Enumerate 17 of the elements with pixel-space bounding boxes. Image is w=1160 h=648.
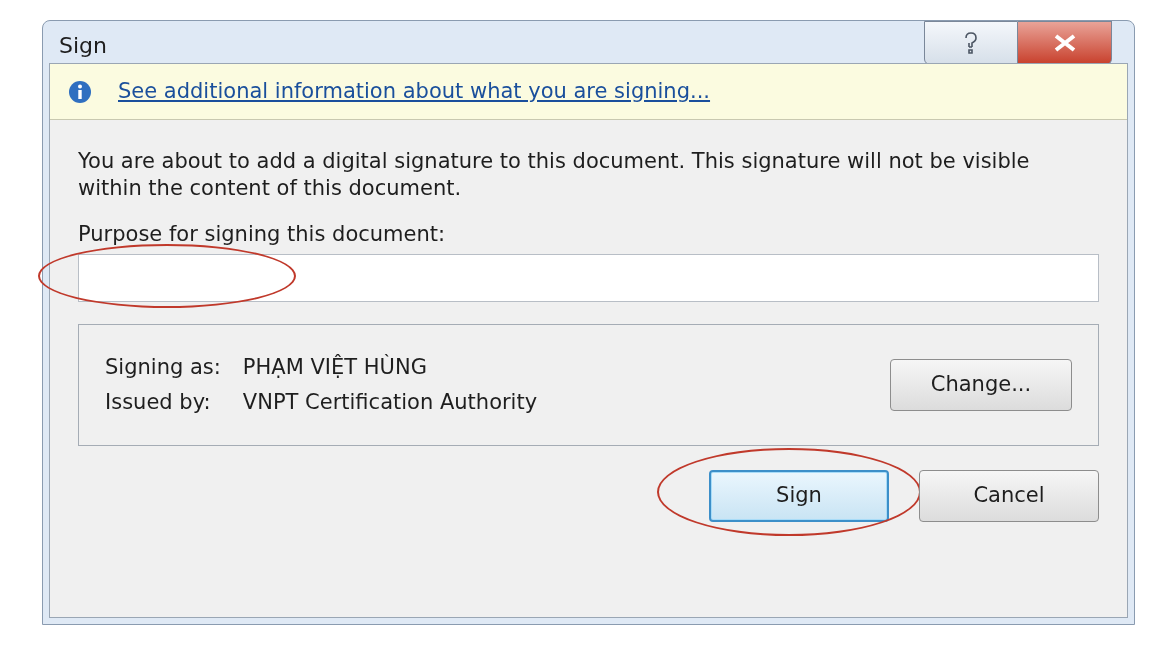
info-link[interactable]: See additional information about what you are signing... xyxy=(118,75,711,108)
sign-button[interactable]: Sign xyxy=(709,470,889,523)
field-label: Issued by: xyxy=(105,389,212,417)
help-icon xyxy=(963,31,979,55)
field-value: PHẠM VIỆT HÙNG xyxy=(242,353,428,381)
change-button[interactable]: Change... xyxy=(890,359,1072,412)
info-icon xyxy=(68,79,92,104)
message-text: You are about to add a digital signature to this document. This signature will not be visible within the content of this document. xyxy=(78,148,1031,203)
field-value: VNPT Certification Authority xyxy=(242,389,538,417)
field-label: Signing as: xyxy=(105,353,221,381)
close-button[interactable] xyxy=(1018,21,1112,65)
close-icon xyxy=(1052,34,1077,52)
purpose-field[interactable] xyxy=(78,254,1099,303)
cancel-button[interactable]: Cancel xyxy=(919,470,1099,523)
help-button[interactable] xyxy=(924,21,1018,65)
window-title: Sign xyxy=(58,31,107,60)
purpose-label: Purpose for signing this document: xyxy=(78,220,447,248)
